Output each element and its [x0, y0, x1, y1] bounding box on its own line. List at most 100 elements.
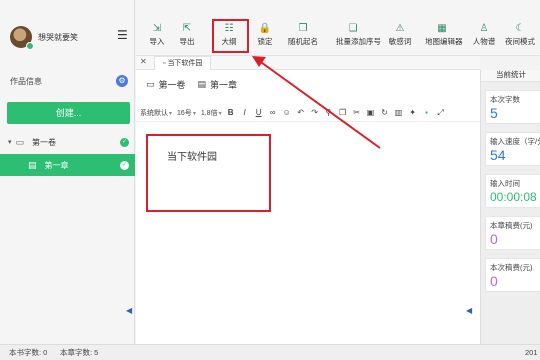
toolbar-character-button[interactable]: ♙ 人物谱: [467, 22, 501, 52]
folder-icon: ▭: [15, 136, 25, 147]
outline-highlight-box: [212, 19, 249, 53]
hamburger-menu-icon[interactable]: ☰: [117, 28, 128, 42]
toolbar-map-editor-button[interactable]: ▦ 地图编辑器: [425, 22, 463, 52]
editor-pane: ▭ 第一卷 ▤ 第一章 系统默认▾ 16号▾ 1.8倍▾ B I U ∞ ☺ ↶…: [136, 70, 480, 344]
line-height-select[interactable]: 1.8倍▾: [201, 108, 222, 118]
toolbar-label: 导入: [149, 37, 165, 46]
stat-label: 输入时间: [490, 179, 520, 188]
username: 想哭就要笑: [38, 32, 78, 42]
stat-value: 00:00:08: [490, 190, 537, 204]
delete-icon[interactable]: ▥: [395, 108, 403, 117]
breadcrumb-chapter[interactable]: 第一章: [210, 78, 237, 91]
toolbar-random-name-button[interactable]: ❐ 随机起名: [286, 22, 320, 52]
document-icon: ▤: [197, 79, 207, 89]
toolbar-label: 随机起名: [288, 37, 318, 46]
font-size-select[interactable]: 16号▾: [177, 108, 196, 118]
close-icon[interactable]: ✕: [140, 57, 147, 66]
redo-icon[interactable]: ↷: [311, 108, 319, 117]
stat-value: 54: [490, 147, 506, 163]
import-icon: ⇲: [152, 23, 162, 34]
toolbar-batch-number-button[interactable]: ❏ 批量添加序号: [336, 22, 381, 52]
status-right-text: 201: [525, 348, 538, 357]
stat-card-session-words: 本次字数 5: [485, 90, 540, 124]
link-icon[interactable]: ∞: [269, 108, 277, 117]
toolbar-label: 导出: [179, 37, 195, 46]
stat-label: 本次稿费(元): [490, 263, 533, 272]
map-editor-icon: ▦: [437, 23, 447, 34]
character-icon: ♙: [479, 23, 489, 34]
toolbar-night-mode-button[interactable]: ☾ 夜间模式: [503, 22, 537, 52]
emoji-icon[interactable]: ☺: [283, 108, 291, 117]
check-icon: ✓: [120, 137, 129, 147]
cut-icon[interactable]: ✂: [353, 108, 361, 117]
tab-bar: ✕ ▫ 当下软件园: [136, 56, 480, 70]
tree-chapter-row[interactable]: ▤ 第一章 ✓: [0, 154, 135, 176]
format-toolbar: 系统默认▾ 16号▾ 1.8倍▾ B I U ∞ ☺ ↶ ↷ ⚲ ❐ ✂ ▣ ↻…: [136, 104, 480, 122]
stat-label: 输入速度（字/分）: [490, 137, 540, 146]
stat-value: 5: [490, 105, 498, 121]
stat-label: 本次字数: [490, 95, 520, 104]
chevron-down-icon: ▾: [169, 110, 173, 117]
toolbar-import-button[interactable]: ⇲ 导入: [140, 22, 174, 52]
works-settings-icon[interactable]: ⚙: [116, 75, 128, 87]
chevron-down-icon: ▾: [218, 110, 222, 117]
breadcrumb: ▭ 第一卷 ▤ 第一章: [146, 78, 237, 91]
chapter-word-count: 本章字数: 5: [60, 348, 99, 357]
volume-label: 第一卷: [32, 137, 57, 147]
copy-icon[interactable]: ❐: [339, 108, 347, 117]
stat-value: 0: [490, 231, 498, 247]
lock-icon: 🔒: [258, 23, 272, 34]
breadcrumb-volume[interactable]: 第一卷: [159, 78, 186, 91]
underline-button[interactable]: U: [255, 108, 263, 117]
paste-icon[interactable]: ▣: [367, 108, 375, 117]
random-name-icon: ❐: [298, 23, 308, 34]
stat-card-typing-speed: 输入速度（字/分） 54: [485, 132, 540, 166]
font-size-value: 16号: [177, 109, 192, 117]
line-height-value: 1.8倍: [200, 109, 218, 117]
stat-card-input-time: 输入时间 00:00:08: [485, 174, 540, 208]
stat-label: 本章稿费(元): [490, 221, 533, 230]
book-word-count: 本书字数: 0: [9, 348, 48, 357]
collapse-caret-icon[interactable]: ▾: [8, 138, 12, 146]
stat-value: 0: [490, 273, 498, 289]
save-icon[interactable]: ▪: [423, 108, 431, 117]
stats-header[interactable]: 当前统计: [481, 70, 540, 82]
italic-button[interactable]: I: [241, 108, 249, 117]
collapse-stats-icon[interactable]: ◀: [466, 306, 472, 315]
content-highlight-box: [146, 134, 271, 212]
undo-icon[interactable]: ↶: [297, 108, 305, 117]
toolbar-export-button[interactable]: ⇱ 导出: [170, 22, 204, 52]
fullscreen-icon[interactable]: ⤢: [437, 108, 445, 118]
stat-card-chapter-fee: 本章稿费(元) 0: [485, 216, 540, 250]
toolbar-label: 敏感词: [388, 37, 412, 46]
check-icon: ✓: [120, 160, 129, 170]
magic-wand-icon[interactable]: ✦: [409, 108, 417, 117]
tab-active[interactable]: ▫ 当下软件园: [154, 56, 212, 70]
tab-label: 当下软件园: [167, 60, 203, 67]
toolbar-lock-button[interactable]: 🔒 锁定: [248, 22, 282, 52]
toolbar-label: 锁定: [257, 37, 273, 46]
export-icon: ⇱: [182, 23, 192, 34]
batch-number-icon: ❏: [348, 23, 358, 34]
collapse-sidebar-icon[interactable]: ◀: [126, 306, 132, 315]
font-family-value: 系统默认: [140, 109, 168, 117]
folder-icon: ▭: [146, 79, 155, 89]
create-button[interactable]: 创建...: [7, 102, 130, 124]
stats-panel: 当前统计 本次字数 5 输入速度（字/分） 54 输入时间 00:00:08 本…: [480, 70, 540, 344]
font-family-select[interactable]: 系统默认▾: [140, 108, 172, 118]
user-profile[interactable]: 想哭就要笑: [10, 26, 78, 50]
bold-button[interactable]: B: [227, 108, 235, 117]
chapter-label: 第一章: [44, 160, 69, 170]
toolbar-label: 夜间模式: [505, 37, 535, 46]
tree-volume-row[interactable]: ▾ ▭ 第一卷 ✓: [0, 132, 135, 152]
sidebar: 想哭就要笑 ☰ 作品信息 ⚙ 创建... ▾ ▭ 第一卷 ✓ ▤ 第一章 ✓ ◀: [0, 0, 135, 344]
online-status-icon: [26, 42, 34, 50]
search-icon[interactable]: ⚲: [325, 108, 333, 117]
chevron-down-icon: ▾: [192, 110, 196, 117]
stat-card-session-fee: 本次稿费(元) 0: [485, 258, 540, 292]
night-mode-icon: ☾: [515, 23, 525, 34]
toolbar-sensitive-word-button[interactable]: ⚠ 敏感词: [383, 22, 417, 52]
refresh-icon[interactable]: ↻: [381, 108, 389, 117]
avatar[interactable]: [10, 26, 34, 50]
works-info-label: 作品信息: [10, 77, 42, 86]
